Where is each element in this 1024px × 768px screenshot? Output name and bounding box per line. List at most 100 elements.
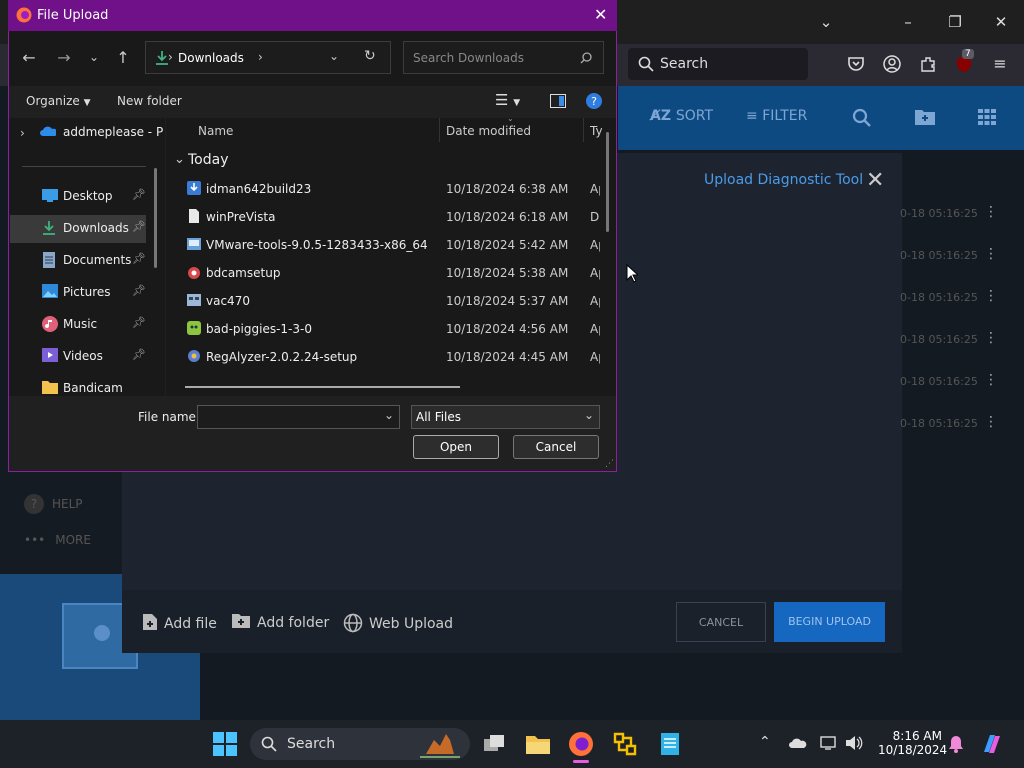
file-name: bad-piggies-1-3-0 — [206, 322, 312, 336]
forward-arrow-icon[interactable]: → — [54, 48, 74, 67]
firefox-taskbar-icon[interactable] — [568, 731, 594, 757]
nav-item-pictures[interactable]: Pictures 📌︎ — [10, 280, 146, 306]
view-options-icon[interactable]: ☰ ▼ — [495, 91, 520, 109]
extensions-icon[interactable] — [916, 52, 940, 76]
row-menu-icon[interactable]: ⋮ — [984, 204, 998, 220]
documents-icon — [43, 252, 55, 268]
volume-icon[interactable] — [845, 735, 863, 751]
nav-item-downloads[interactable]: Downloads 📌︎ — [10, 216, 146, 242]
file-row[interactable]: VMware-tools-9.0.5-1283433-x86_64 10/18/… — [166, 231, 606, 259]
close-window-button[interactable]: ✕ — [987, 10, 1015, 34]
add-file-button[interactable]: Add file — [142, 613, 217, 632]
sidebar-help[interactable]: ? HELP — [24, 494, 83, 514]
tray-overflow-chevron-icon[interactable]: ⌃ — [759, 734, 771, 750]
sort-button[interactable]: A̸Z SORT — [650, 108, 713, 124]
taskbar-search[interactable]: Search — [250, 728, 470, 760]
address-bar[interactable]: › Downloads › ⌄ ↻ — [145, 41, 391, 74]
nav-item-onedrive[interactable]: addmeplease - P — [10, 120, 163, 146]
task-view-icon[interactable] — [482, 731, 508, 757]
file-list-scrollbar[interactable] — [606, 132, 609, 232]
column-header-date[interactable]: Date modified — [446, 124, 531, 138]
search-downloads-input[interactable]: Search Downloads — [403, 41, 604, 74]
resize-grip-icon[interactable]: ⋰ — [605, 459, 614, 469]
file-row[interactable]: winPreVista 10/18/2024 6:18 AM Di — [166, 203, 606, 231]
address-dropdown-icon[interactable]: ⌄ — [329, 49, 339, 63]
cancel-button[interactable]: Cancel — [513, 435, 599, 459]
row-menu-icon[interactable]: ⋮ — [984, 372, 998, 388]
file-date: 10/18/2024 4:45 AM — [446, 350, 569, 364]
taskbar-clock[interactable]: 8:16 AM 10/18/2024 — [878, 729, 947, 757]
row-menu-icon[interactable]: ⋮ — [984, 414, 998, 430]
filter-label: FILTER — [762, 108, 808, 124]
recent-locations-chevron-icon[interactable]: ⌄ — [84, 50, 104, 64]
file-dialog-close-icon[interactable]: ✕ — [594, 5, 607, 24]
globe-icon — [343, 613, 363, 633]
group-header-today[interactable]: Today — [188, 152, 229, 168]
file-name: VMware-tools-9.0.5-1283433-x86_64 — [206, 238, 428, 252]
restore-button[interactable]: ❐ — [941, 10, 969, 34]
refresh-icon[interactable]: ↻ — [364, 48, 376, 64]
up-arrow-icon[interactable]: ↑ — [113, 48, 133, 67]
upload-cancel-button[interactable]: CANCEL — [676, 602, 766, 642]
web-upload-label: Web Upload — [369, 616, 454, 632]
new-folder-icon[interactable] — [914, 108, 936, 126]
file-type-select[interactable]: All Files ⌄ — [411, 405, 600, 429]
file-row[interactable]: idman642build23 10/18/2024 6:38 AM Ap — [166, 175, 606, 203]
file-name-dropdown-icon[interactable]: ⌄ — [384, 408, 394, 422]
address-breadcrumb[interactable]: Downloads — [178, 51, 244, 65]
nav-item-videos[interactable]: Videos 📌︎ — [10, 344, 146, 370]
mouse-cursor-icon — [626, 264, 638, 283]
row-menu-icon[interactable]: ⋮ — [984, 288, 998, 304]
horizontal-scrollbar[interactable] — [185, 386, 460, 388]
row-menu-icon[interactable]: ⋮ — [984, 246, 998, 262]
minimize-button[interactable]: – — [894, 10, 922, 34]
pocket-icon[interactable] — [844, 52, 868, 76]
file-row[interactable]: bdcamsetup 10/18/2024 5:38 AM Ap — [166, 259, 606, 287]
file-row[interactable]: vac470 10/18/2024 5:37 AM Ap — [166, 287, 606, 315]
active-app-indicator — [573, 760, 589, 763]
organize-button[interactable]: Organize ▼ — [26, 94, 91, 108]
preview-pane-icon[interactable] — [550, 94, 566, 108]
upload-dialog-title: Upload Diagnostic Tool — [704, 172, 864, 188]
file-row[interactable]: RegAlyzer-2.0.2.24-setup 10/18/2024 4:45… — [166, 343, 606, 371]
notification-bell-icon[interactable] — [948, 735, 964, 753]
file-row[interactable]: bad-piggies-1-3-0 10/18/2024 4:56 AM Ap — [166, 315, 606, 343]
browser-search-box[interactable]: Search — [628, 48, 808, 80]
nav-item-music[interactable]: Music 📌︎ — [10, 312, 146, 338]
file-date: 10/18/2024 4:56 AM — [446, 322, 569, 336]
web-upload-button[interactable]: Web Upload — [343, 613, 453, 633]
group-collapse-chevron-icon[interactable]: ⌄ — [174, 152, 185, 167]
account-icon[interactable] — [880, 52, 904, 76]
start-windows-icon[interactable] — [213, 732, 237, 756]
begin-upload-button[interactable]: BEGIN UPLOAD — [774, 602, 885, 642]
upload-dialog-close-icon[interactable]: ✕ — [866, 168, 884, 193]
column-separator[interactable] — [439, 118, 440, 142]
column-header-name[interactable]: Name — [198, 124, 233, 138]
nav-scrollbar[interactable] — [154, 168, 157, 268]
help-icon[interactable]: ? — [586, 93, 602, 109]
menu-icon[interactable]: ≡ — [988, 52, 1012, 76]
sidebar-more[interactable]: ••• MORE — [24, 533, 91, 547]
tab-list-chevron-icon[interactable]: ⌄ — [812, 10, 840, 34]
onedrive-tray-icon[interactable] — [789, 737, 807, 749]
file-explorer-icon[interactable] — [525, 731, 551, 757]
nav-item-documents[interactable]: Documents 📌︎ — [10, 248, 146, 274]
copilot-icon[interactable] — [980, 732, 1004, 756]
notepad-icon[interactable] — [657, 731, 683, 757]
search-icon — [261, 736, 277, 752]
row-menu-icon[interactable]: ⋮ — [984, 330, 998, 346]
grid-view-icon[interactable] — [978, 109, 996, 125]
column-header-type[interactable]: Ty — [590, 124, 602, 138]
add-folder-button[interactable]: Add folder — [231, 613, 329, 631]
back-arrow-icon[interactable]: ← — [19, 48, 39, 67]
column-separator[interactable] — [583, 118, 584, 142]
file-name-input[interactable]: ⌄ — [197, 405, 400, 429]
filter-button[interactable]: ≡ FILTER — [746, 108, 807, 124]
open-button[interactable]: Open — [413, 435, 499, 459]
nav-item-desktop[interactable]: Desktop 📌︎ — [10, 184, 146, 210]
network-icon[interactable] — [820, 735, 838, 751]
app-yellow-icon[interactable] — [612, 731, 638, 757]
sort-chevron-icon: ⌄ — [507, 114, 514, 123]
search-icon[interactable] — [852, 108, 872, 128]
new-folder-button[interactable]: New folder — [117, 94, 182, 108]
